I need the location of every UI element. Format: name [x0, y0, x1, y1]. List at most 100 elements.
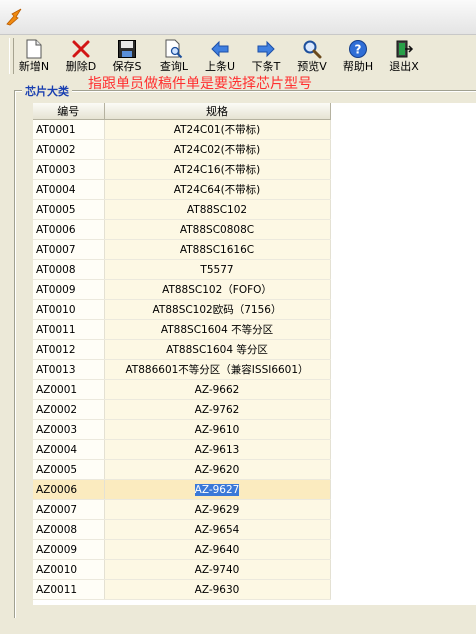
cell-code[interactable]: AZ0007 — [33, 499, 105, 520]
cell-spec[interactable]: AT88SC1604 不等分区 — [104, 319, 331, 340]
table-row[interactable]: AZ0003 AZ-9610 — [33, 419, 331, 440]
table-row[interactable]: AZ0007 AZ-9629 — [33, 499, 331, 520]
cell-spec[interactable]: AZ-9740 — [104, 559, 331, 580]
table-row[interactable]: AT0009 AT88SC102（FOFO） — [33, 279, 331, 300]
table-row[interactable]: AZ0001 AZ-9662 — [33, 379, 331, 400]
cell-spec-text: AT88SC102 — [186, 203, 248, 216]
chip-grid[interactable]: 编号 规格 AT0001 AT24C01(不带标) AT0002 AT24C02(不带… — [33, 103, 476, 605]
cell-spec[interactable]: AZ-9620 — [104, 459, 331, 480]
cell-code[interactable]: AT0003 — [33, 159, 105, 180]
prev-button[interactable]: 上条U — [200, 36, 240, 76]
new-button[interactable]: 新增N — [14, 36, 54, 76]
cell-spec-text: AZ-9620 — [194, 463, 240, 476]
cell-spec-text: AZ-9654 — [194, 523, 240, 536]
cell-spec[interactable]: AT24C02(不带标) — [104, 139, 331, 160]
cell-code[interactable]: AZ0005 — [33, 459, 105, 480]
table-row[interactable]: AT0004 AT24C64(不带标) — [33, 179, 331, 200]
preview-button[interactable]: 预览V — [292, 36, 332, 76]
table-row[interactable]: AT0013 AT886601不等分区（兼容ISSI6601） — [33, 359, 331, 380]
new-icon — [26, 39, 42, 59]
table-row[interactable]: AZ0006 AZ-9627 — [33, 479, 331, 500]
cell-spec-text: AT24C64(不带标) — [173, 184, 261, 196]
cell-spec[interactable]: AT24C64(不带标) — [104, 179, 331, 200]
cell-code[interactable]: AZ0010 — [33, 559, 105, 580]
help-icon: ? — [349, 40, 367, 58]
cell-spec[interactable]: AT88SC102欧码（7156） — [104, 299, 331, 320]
cell-spec[interactable]: AZ-9654 — [104, 519, 331, 540]
table-row[interactable]: AZ0010 AZ-9740 — [33, 559, 331, 580]
table-row[interactable]: AT0007 AT88SC1616C — [33, 239, 331, 260]
table-row[interactable]: AT0005 AT88SC102 — [33, 199, 331, 220]
cell-code[interactable]: AT0004 — [33, 179, 105, 200]
cell-spec[interactable]: AT88SC102（FOFO） — [104, 279, 331, 300]
cell-spec[interactable]: AT88SC1604 等分区 — [104, 339, 331, 360]
help-button-label: 帮助H — [342, 60, 374, 73]
table-body: AT0001 AT24C01(不带标) AT0002 AT24C02(不带标) AT00… — [33, 119, 331, 600]
cell-spec[interactable]: AZ-9613 — [104, 439, 331, 460]
cell-spec[interactable]: AZ-9629 — [104, 499, 331, 520]
chip-table: 编号 规格 AT0001 AT24C01(不带标) AT0002 AT24C02(不带… — [33, 103, 331, 600]
cell-code[interactable]: AZ0011 — [33, 579, 105, 600]
cell-spec[interactable]: AT88SC1616C — [104, 239, 331, 260]
exit-button[interactable]: 退出X — [384, 36, 424, 76]
table-row[interactable]: AZ0005 AZ-9620 — [33, 459, 331, 480]
cell-code[interactable]: AT0011 — [33, 319, 105, 340]
table-row[interactable]: AT0012 AT88SC1604 等分区 — [33, 339, 331, 360]
arrow-right-icon — [257, 40, 275, 58]
cell-spec[interactable]: AT24C01(不带标) — [104, 119, 331, 140]
save-icon — [118, 40, 136, 58]
cell-spec[interactable]: AZ-9640 — [104, 539, 331, 560]
column-header-spec[interactable]: 规格 — [104, 103, 331, 120]
cell-code[interactable]: AT0005 — [33, 199, 105, 220]
cell-code[interactable]: AZ0004 — [33, 439, 105, 460]
cell-spec[interactable]: AZ-9762 — [104, 399, 331, 420]
table-row[interactable]: AT0003 AT24C16(不带标) — [33, 159, 331, 180]
cell-spec[interactable]: AZ-9627 — [104, 479, 331, 500]
column-header-code[interactable]: 编号 — [33, 103, 105, 120]
cell-spec[interactable]: T5577 — [104, 259, 331, 280]
table-row[interactable]: AT0001 AT24C01(不带标) — [33, 119, 331, 140]
cell-code[interactable]: AT0002 — [33, 139, 105, 160]
next-button[interactable]: 下条T — [246, 36, 286, 76]
table-row[interactable]: AT0010 AT88SC102欧码（7156） — [33, 299, 331, 320]
cell-spec[interactable]: AZ-9610 — [104, 419, 331, 440]
table-row[interactable]: AT0006 AT88SC0808C — [33, 219, 331, 240]
delete-button[interactable]: 删除D — [61, 36, 101, 76]
cell-code[interactable]: AT0008 — [33, 259, 105, 280]
cell-code[interactable]: AZ0003 — [33, 419, 105, 440]
cell-code[interactable]: AZ0009 — [33, 539, 105, 560]
save-button[interactable]: 保存S — [107, 36, 147, 76]
table-row[interactable]: AT0011 AT88SC1604 不等分区 — [33, 319, 331, 340]
cell-spec-text: AZ-9627 — [194, 483, 240, 496]
table-row[interactable]: AZ0002 AZ-9762 — [33, 399, 331, 420]
table-row[interactable]: AZ0008 AZ-9654 — [33, 519, 331, 540]
table-row[interactable]: AT0008 T5577 — [33, 259, 331, 280]
cell-code[interactable]: AZ0002 — [33, 399, 105, 420]
cell-code[interactable]: AZ0008 — [33, 519, 105, 540]
query-button[interactable]: 查询L — [154, 36, 194, 76]
cell-spec[interactable]: AT88SC0808C — [104, 219, 331, 240]
cell-spec[interactable]: AT886601不等分区（兼容ISSI6601） — [104, 359, 331, 380]
search-doc-icon — [165, 39, 183, 59]
table-row[interactable]: AZ0011 AZ-9630 — [33, 579, 331, 600]
cell-spec[interactable]: AT88SC102 — [104, 199, 331, 220]
cell-code[interactable]: AT0001 — [33, 119, 105, 140]
cell-spec[interactable]: AZ-9630 — [104, 579, 331, 600]
help-button[interactable]: ? 帮助H — [338, 36, 378, 76]
query-button-label: 查询L — [159, 60, 189, 73]
cell-spec-text: AZ-9613 — [194, 443, 240, 456]
table-row[interactable]: AZ0004 AZ-9613 — [33, 439, 331, 460]
cell-code[interactable]: AZ0001 — [33, 379, 105, 400]
cell-code[interactable]: AT0006 — [33, 219, 105, 240]
cell-spec[interactable]: AT24C16(不带标) — [104, 159, 331, 180]
cell-code[interactable]: AT0012 — [33, 339, 105, 360]
cell-code[interactable]: AT0009 — [33, 279, 105, 300]
cell-spec[interactable]: AZ-9662 — [104, 379, 331, 400]
table-row[interactable]: AT0002 AT24C02(不带标) — [33, 139, 331, 160]
cell-code[interactable]: AT0007 — [33, 239, 105, 260]
cell-spec-text: AT24C16(不带标) — [173, 164, 261, 176]
table-row[interactable]: AZ0009 AZ-9640 — [33, 539, 331, 560]
cell-code[interactable]: AT0010 — [33, 299, 105, 320]
cell-code[interactable]: AT0013 — [33, 359, 105, 380]
cell-code[interactable]: AZ0006 — [33, 479, 105, 500]
